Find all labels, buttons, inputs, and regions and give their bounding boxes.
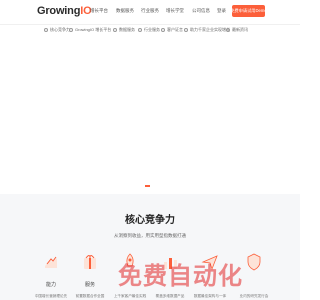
feature-desc: 上千家客户最佳实践 <box>113 294 147 298</box>
top-header: GrowingIO 增长平台 数据服务 行业服务 增长学堂 公司信息 登录 免费… <box>0 0 300 25</box>
feature-card-service[interactable]: 服务 前置数据合作全国 <box>68 252 112 300</box>
circle-icon <box>113 28 117 32</box>
free-trial-button[interactable]: 免费申请试用Demo <box>230 5 267 17</box>
anchor-subnav: 核心竞争力 GrowingIO 增长平台 数据服务 行业服务 客户证言 助力千家… <box>0 24 300 39</box>
subnav-label: 数据服务 <box>119 27 135 32</box>
nav-item-industry-service[interactable]: 行业服务 <box>141 8 159 14</box>
circle-icon <box>161 28 165 32</box>
subnav-label: 客户证言 <box>167 27 183 32</box>
subnav-label: 最新资讯 <box>232 27 248 32</box>
feature-card-3[interactable]: 上千家客户最佳实践 <box>108 252 152 300</box>
feature-label: 能力 <box>45 282 56 288</box>
growingio-logo[interactable]: GrowingIO <box>37 5 92 17</box>
subnav-label: 助力千家企业实现增长 <box>190 27 230 32</box>
feature-desc: 数据最佳架构与一体 <box>193 294 227 298</box>
circle-icon <box>184 28 188 32</box>
subnav-label: 行业服务 <box>144 27 160 32</box>
circle-icon <box>69 28 73 32</box>
section-title: 核心竞争力 <box>125 215 175 226</box>
feature-card-5[interactable]: 数据最佳架构与一体 <box>188 252 232 300</box>
logo-text-main: Growing <box>37 5 81 17</box>
circle-icon <box>138 28 142 32</box>
nav-item-company-info[interactable]: 公司信息 <box>192 8 210 14</box>
subnav-item-news[interactable]: 最新资讯 <box>226 27 248 33</box>
feature-card-capability[interactable]: 能力 中国增长营销理论先 <box>29 252 73 300</box>
feature-desc: 前置数据合作全国 <box>75 294 105 298</box>
circle-icon <box>226 28 230 32</box>
subnav-item-core[interactable]: 核心竞争力 <box>44 27 70 33</box>
feature-desc: 业内的研究发行会 <box>239 294 269 298</box>
logo-text: GrowingIO <box>37 5 92 17</box>
subnav-item-customers[interactable]: 助力千家企业实现增长 <box>184 27 230 33</box>
nav-item-growth-school[interactable]: 增长学堂 <box>166 8 184 14</box>
rocket-icon <box>126 253 134 267</box>
hero-banner <box>0 38 300 190</box>
subnav-item-industry[interactable]: 行业服务 <box>138 27 160 33</box>
nav-item-growth-platform[interactable]: 增长平台 <box>90 8 108 14</box>
chart-icon <box>164 258 177 269</box>
subnav-label: 核心竞争力 <box>50 27 70 32</box>
gift-icon <box>84 255 96 269</box>
circle-icon <box>44 28 48 32</box>
nav-item-data-service[interactable]: 数据服务 <box>116 8 134 14</box>
section-subtitle: 从洞察到收益，用实用型指数据打通 <box>114 233 186 238</box>
subnav-item-data-service[interactable]: 数据服务 <box>113 27 135 33</box>
feature-desc: 覆盖多维数据产品 <box>155 294 185 298</box>
shield-icon <box>247 253 261 271</box>
subnav-item-platform[interactable]: GrowingIO 增长平台 <box>69 27 111 33</box>
feature-card-4[interactable]: 覆盖多维数据产品 <box>148 252 192 300</box>
login-link[interactable]: 登录 <box>217 8 226 14</box>
feature-label: 服务 <box>84 282 95 288</box>
hand-icon <box>45 256 57 268</box>
plane-icon <box>201 255 218 271</box>
feature-card-6[interactable]: 业内的研究发行会 <box>232 252 276 300</box>
subnav-label: GrowingIO 增长平台 <box>75 27 112 32</box>
feature-desc: 中国增长营销理论先 <box>34 294 68 298</box>
subnav-item-testimonials[interactable]: 客户证言 <box>161 27 183 33</box>
carousel-indicator[interactable] <box>145 185 150 187</box>
